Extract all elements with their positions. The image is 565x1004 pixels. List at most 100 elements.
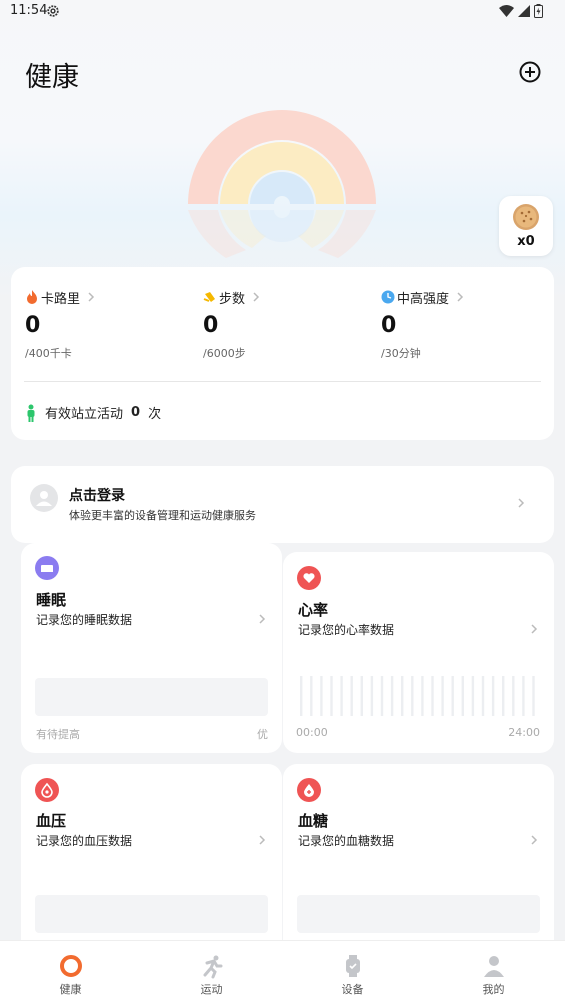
heart-rate-placeholder-bar — [471, 676, 475, 716]
heart-rate-placeholder-bar — [330, 676, 333, 716]
intensity-value: 0 — [381, 313, 397, 338]
heart-rate-placeholder-bar — [360, 676, 363, 716]
activity-stats-card: 卡路里 0 /400千卡 步数 0 /6000步 中高强度 0 /30分钟 有效… — [11, 267, 554, 440]
blood-drop-icon — [35, 778, 59, 802]
intensity-goal: /30分钟 — [381, 347, 421, 360]
steps-value: 0 — [203, 313, 219, 338]
health-ring-icon — [60, 955, 82, 977]
heart-rate-placeholder-bar — [421, 676, 424, 716]
steps-goal: /6000步 — [203, 347, 246, 360]
battery-icon — [534, 4, 543, 18]
standing-person-icon — [27, 404, 35, 422]
heart-rate-placeholder-bar — [340, 676, 343, 716]
user-placeholder-icon — [36, 491, 52, 506]
running-icon — [203, 955, 223, 979]
tab-sport-label: 运动 — [200, 983, 223, 996]
steps-stat[interactable]: 步数 0 /6000步 — [203, 287, 373, 361]
tab-device[interactable]: 设备 — [282, 941, 423, 1004]
chevron-right-icon — [259, 835, 266, 845]
heart-rate-tile[interactable]: 心率 记录您的心率数据 00:00 24:00 — [283, 552, 554, 753]
heart-rate-placeholder-bar — [390, 676, 394, 716]
status-time: 11:54 — [10, 3, 48, 18]
login-card[interactable]: 点击登录 体验更丰富的设备管理和运动健康服务 — [11, 466, 554, 543]
heart-rate-placeholder-bar — [370, 676, 374, 716]
sugar-title: 血糖 — [298, 812, 329, 830]
person-icon — [484, 956, 504, 977]
bottom-tab-bar: 健康 运动 设备 我的 — [0, 940, 565, 1004]
signal-icon — [518, 5, 530, 17]
heart-rate-placeholder-bar — [320, 676, 323, 716]
calories-value: 0 — [25, 313, 41, 338]
stand-activity-row[interactable]: 有效站立活动 0 次 — [25, 403, 161, 422]
blood-pressure-tile[interactable]: 血压 记录您的血压数据 — [21, 764, 282, 954]
avatar — [30, 484, 58, 512]
heart-foot-right: 24:00 — [508, 726, 540, 739]
watch-icon — [346, 955, 360, 977]
heart-foot-left: 00:00 — [296, 726, 328, 739]
sugar-subtitle: 记录您的血糖数据 — [298, 834, 395, 848]
pressure-subtitle: 记录您的血压数据 — [36, 834, 133, 848]
activity-rings[interactable] — [186, 108, 378, 258]
heart-rate-placeholder-bar — [411, 676, 414, 716]
sleep-foot-left: 有待提高 — [36, 728, 80, 741]
chevron-right-icon — [88, 292, 95, 302]
stand-value: 0 — [131, 405, 141, 420]
stand-label: 有效站立活动 — [45, 407, 124, 422]
tab-device-label: 设备 — [341, 983, 364, 996]
page-title: 健康 — [25, 62, 79, 93]
heart-rate-placeholder-bar — [431, 676, 434, 716]
clock-icon — [381, 290, 395, 304]
chevron-right-icon — [457, 292, 464, 302]
medal-count: x0 — [517, 234, 535, 249]
calories-stat[interactable]: 卡路里 0 /400千卡 — [25, 287, 195, 361]
bed-icon — [35, 556, 59, 580]
sleep-tile[interactable]: 睡眠 记录您的睡眠数据 有待提高 优 — [21, 543, 282, 753]
wifi-icon — [499, 5, 514, 17]
heart-rate-placeholder-bar — [461, 676, 464, 716]
sugar-chart-placeholder — [297, 895, 540, 933]
pressure-chart-placeholder — [35, 895, 268, 933]
chevron-right-icon — [253, 292, 260, 302]
add-circle-icon[interactable] — [518, 60, 542, 84]
heart-rate-placeholder-bar — [522, 676, 525, 716]
login-title: 点击登录 — [69, 488, 125, 504]
login-subtitle: 体验更丰富的设备管理和运动健康服务 — [69, 509, 256, 522]
tab-me[interactable]: 我的 — [423, 941, 564, 1004]
tab-health[interactable]: 健康 — [0, 941, 141, 1004]
cookie-icon — [513, 204, 539, 230]
heart-title: 心率 — [298, 601, 329, 619]
heart-icon — [297, 566, 321, 590]
heart-rate-placeholder-bar — [350, 676, 353, 716]
medal-badge[interactable]: x0 — [499, 196, 553, 256]
intensity-label: 中高强度 — [397, 291, 450, 307]
heart-rate-placeholder-bar — [481, 676, 485, 716]
heart-rate-placeholder-bar — [532, 676, 535, 716]
heart-rate-placeholder-bar — [491, 676, 495, 716]
heart-subtitle: 记录您的心率数据 — [298, 623, 395, 637]
status-bar: 11:54 — [0, 0, 565, 24]
glucose-drop-icon — [297, 778, 321, 802]
stats-divider — [24, 381, 541, 382]
chevron-right-icon — [531, 835, 538, 845]
tab-health-label: 健康 — [59, 983, 82, 996]
heart-rate-placeholder-bar — [300, 676, 303, 716]
steps-label: 步数 — [219, 291, 246, 307]
sleep-foot-right: 优 — [257, 728, 268, 741]
chevron-right-icon — [518, 498, 525, 508]
pressure-title: 血压 — [36, 812, 67, 830]
sleep-subtitle: 记录您的睡眠数据 — [36, 613, 133, 627]
heart-rate-placeholder-bar — [401, 676, 404, 716]
intensity-stat[interactable]: 中高强度 0 /30分钟 — [381, 287, 551, 361]
heart-rate-chart-placeholder — [300, 676, 535, 716]
heart-rate-placeholder-bar — [310, 676, 313, 716]
tab-sport[interactable]: 运动 — [141, 941, 282, 1004]
sleep-chart-placeholder — [35, 678, 268, 716]
blood-sugar-tile[interactable]: 血糖 记录您的血糖数据 — [283, 764, 554, 954]
flame-icon — [27, 290, 37, 304]
calories-label: 卡路里 — [41, 291, 81, 307]
settings-gear-icon — [47, 5, 59, 17]
heart-rate-placeholder-bar — [512, 676, 515, 716]
heart-rate-placeholder-bar — [451, 676, 454, 716]
sleep-title: 睡眠 — [36, 591, 67, 609]
chevron-right-icon — [531, 624, 538, 634]
